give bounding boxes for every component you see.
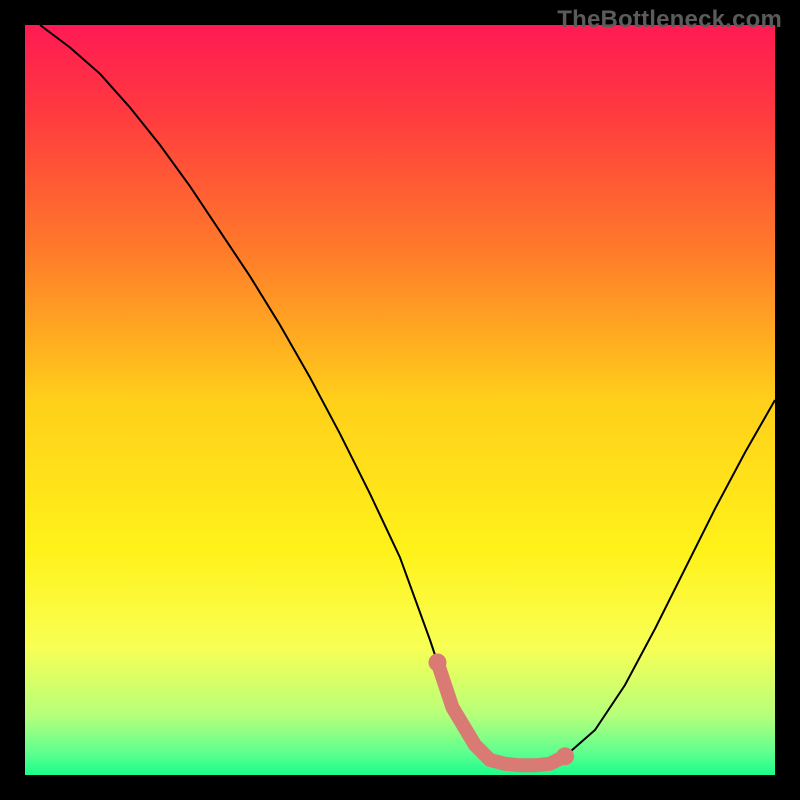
- chart-background: [25, 25, 775, 775]
- chart-svg: [25, 25, 775, 775]
- optimal-range-start-dot: [429, 654, 447, 672]
- watermark-text: TheBottleneck.com: [557, 6, 782, 34]
- chart-frame: TheBottleneck.com: [0, 0, 800, 800]
- optimal-range-end-dot: [556, 747, 574, 765]
